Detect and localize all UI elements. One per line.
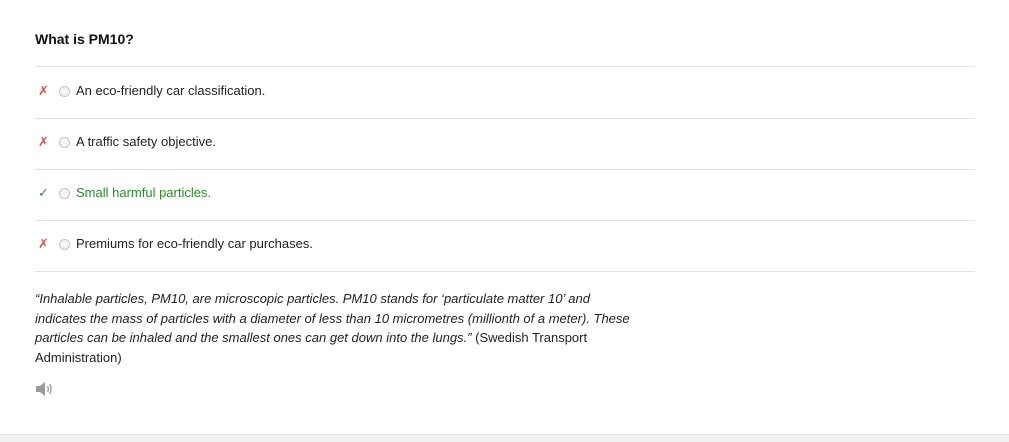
answer-label-correct: Small harmful particles. xyxy=(76,185,212,200)
correct-check-icon: ✓ xyxy=(38,185,49,200)
radio-button[interactable] xyxy=(59,187,70,199)
wrong-mark-icon: ✗ xyxy=(38,236,49,251)
answer-option-4[interactable]: ✗ Premiums for eco-friendly car purchase… xyxy=(35,234,975,254)
radio-button[interactable] xyxy=(59,136,70,148)
answer-option-3[interactable]: ✓ Small harmful particles. xyxy=(35,183,975,203)
wrong-mark-icon: ✗ xyxy=(38,134,49,149)
question-title: What is PM10? xyxy=(35,31,134,47)
wrong-mark-icon: ✗ xyxy=(38,83,49,98)
divider xyxy=(35,118,975,119)
radio-button[interactable] xyxy=(59,85,70,97)
answer-option-2[interactable]: ✗ A traffic safety objective. xyxy=(35,132,975,152)
divider xyxy=(35,169,975,170)
speaker-icon xyxy=(36,382,52,396)
explanation-text: “Inhalable particles, PM10, are microsco… xyxy=(35,289,635,367)
divider xyxy=(35,271,975,272)
answer-option-1[interactable]: ✗ An eco-friendly car classification. xyxy=(35,81,975,101)
answer-label: A traffic safety objective. xyxy=(76,134,216,149)
radio-button[interactable] xyxy=(59,238,70,250)
answer-label: Premiums for eco-friendly car purchases. xyxy=(76,236,313,251)
audio-play-button[interactable] xyxy=(35,380,55,398)
answer-label: An eco-friendly car classification. xyxy=(76,83,266,98)
divider xyxy=(35,220,975,221)
divider xyxy=(35,66,975,67)
